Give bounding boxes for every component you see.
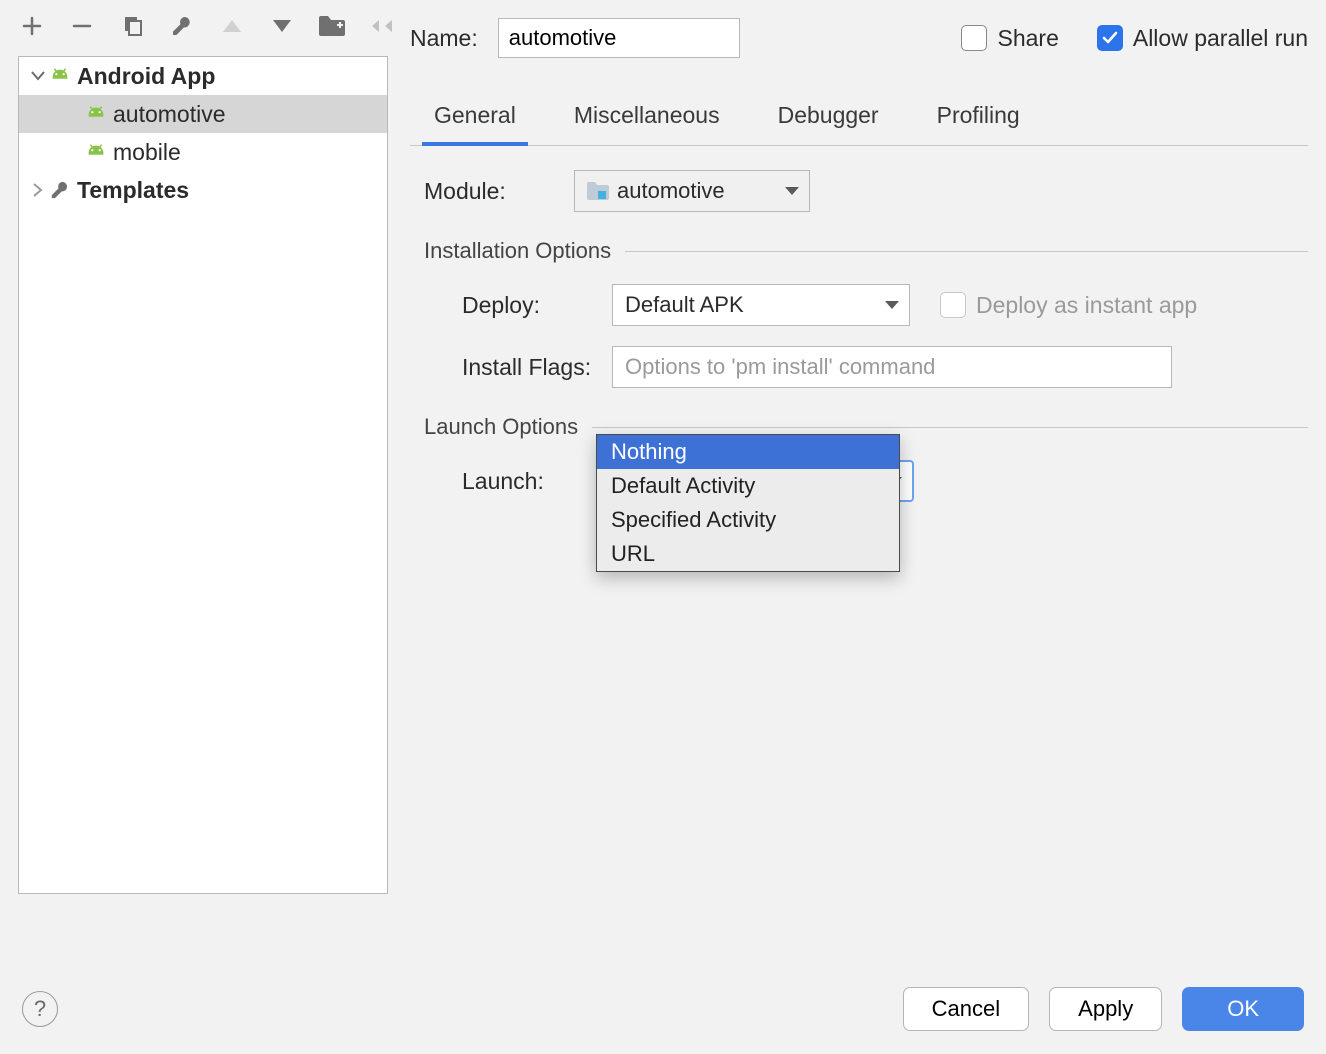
chevron-right-icon <box>27 183 49 197</box>
deploy-value: Default APK <box>625 292 744 318</box>
help-label: ? <box>34 996 46 1022</box>
collapse-icon[interactable] <box>368 12 396 40</box>
caret-down-icon <box>885 301 899 309</box>
apply-button[interactable]: Apply <box>1049 987 1162 1031</box>
allow-parallel-label: Allow parallel run <box>1133 25 1308 52</box>
tree-label: Android App <box>77 63 215 90</box>
copy-icon[interactable] <box>118 12 146 40</box>
android-icon <box>49 67 71 85</box>
install-flags-input[interactable] <box>612 346 1172 388</box>
checkbox-disabled-icon <box>940 292 966 318</box>
install-flags-label: Install Flags: <box>424 354 612 381</box>
checkbox-icon <box>961 25 987 51</box>
tabs: General Miscellaneous Debugger Profiling <box>410 88 1308 146</box>
tree-node-templates[interactable]: Templates <box>19 171 387 209</box>
checkbox-checked-icon <box>1097 25 1123 51</box>
deploy-combo[interactable]: Default APK <box>612 284 910 326</box>
tree-label: automotive <box>113 101 226 128</box>
add-icon[interactable] <box>18 12 46 40</box>
android-icon <box>85 143 107 161</box>
section-launch-label: Launch Options <box>424 414 578 440</box>
deploy-instant-label: Deploy as instant app <box>976 292 1197 319</box>
launch-option-nothing[interactable]: Nothing <box>597 435 899 469</box>
remove-icon[interactable] <box>68 12 96 40</box>
allow-parallel-checkbox[interactable]: Allow parallel run <box>1097 25 1308 52</box>
deploy-label: Deploy: <box>424 292 612 319</box>
tab-profiling[interactable]: Profiling <box>933 88 1024 145</box>
launch-option-default-activity[interactable]: Default Activity <box>597 469 899 503</box>
tree-node-android-app[interactable]: Android App <box>19 57 387 95</box>
launch-label: Launch: <box>424 468 612 495</box>
divider <box>592 427 1308 428</box>
module-folder-icon <box>587 182 609 200</box>
tab-miscellaneous[interactable]: Miscellaneous <box>570 88 724 145</box>
config-tree[interactable]: Android App automotive mobile Templates <box>18 56 388 894</box>
share-label: Share <box>997 25 1058 52</box>
module-value: automotive <box>617 178 725 204</box>
wrench-icon <box>49 180 71 200</box>
module-combo[interactable]: automotive <box>574 170 810 212</box>
chevron-down-icon <box>27 71 49 81</box>
module-label: Module: <box>424 178 574 205</box>
launch-dropdown-popup[interactable]: Nothing Default Activity Specified Activ… <box>596 434 900 572</box>
move-down-icon[interactable] <box>268 12 296 40</box>
tree-label: mobile <box>113 139 181 166</box>
tree-node-automotive[interactable]: automotive <box>19 95 387 133</box>
help-button[interactable]: ? <box>22 991 58 1027</box>
tab-debugger[interactable]: Debugger <box>774 88 883 145</box>
launch-option-specified-activity[interactable]: Specified Activity <box>597 503 899 537</box>
deploy-instant-checkbox: Deploy as instant app <box>940 292 1197 319</box>
cancel-label: Cancel <box>932 996 1000 1021</box>
section-install-label: Installation Options <box>424 238 611 264</box>
launch-option-url[interactable]: URL <box>597 537 899 571</box>
folder-icon[interactable] <box>318 12 346 40</box>
tab-general[interactable]: General <box>430 88 520 145</box>
tree-label: Templates <box>77 177 189 204</box>
apply-label: Apply <box>1078 996 1133 1021</box>
caret-down-icon <box>785 187 799 195</box>
move-up-icon[interactable] <box>218 12 246 40</box>
name-input[interactable] <box>498 18 740 58</box>
ok-label: OK <box>1227 996 1259 1021</box>
android-icon <box>85 105 107 123</box>
share-checkbox[interactable]: Share <box>961 25 1058 52</box>
name-label: Name: <box>410 25 478 52</box>
ok-button[interactable]: OK <box>1182 987 1304 1031</box>
cancel-button[interactable]: Cancel <box>903 987 1029 1031</box>
tree-node-mobile[interactable]: mobile <box>19 133 387 171</box>
divider <box>625 251 1308 252</box>
wrench-icon[interactable] <box>168 12 196 40</box>
